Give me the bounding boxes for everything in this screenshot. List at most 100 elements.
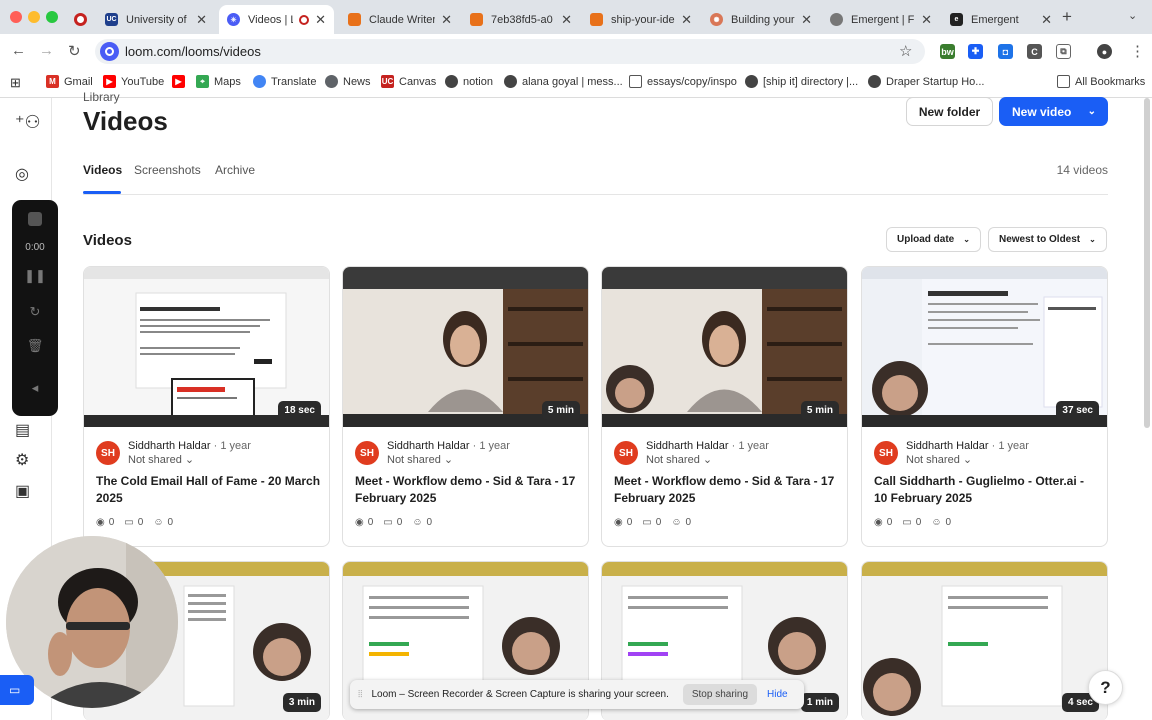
close-tab-icon[interactable]: ✕ [196,12,207,28]
extension-icon[interactable]: ◘ [998,44,1013,59]
browser-tab[interactable]: Claude Writer ✕ [340,5,460,34]
drag-handle-icon[interactable]: ⦙⦙ [358,689,362,700]
reload-icon[interactable]: ↻ [68,42,81,60]
extension-puzzle-icon[interactable]: ✚ [968,44,983,59]
author-name[interactable]: Siddharth Haldar [387,440,470,452]
close-tab-icon[interactable]: ✕ [1041,12,1052,28]
close-window-icon[interactable] [10,11,22,23]
document-icon[interactable]: ▤ [15,420,30,440]
bookmark-notion[interactable]: notion [445,75,493,88]
forward-icon[interactable]: → [39,42,54,59]
share-status[interactable]: Not shared ⌄ [646,453,712,466]
browser-tab[interactable]: UC University of ✕ [97,5,215,34]
minimize-window-icon[interactable] [28,11,40,23]
bookmark-youtube[interactable]: ▶ YouTube [103,75,164,88]
close-tab-icon[interactable]: ✕ [441,12,452,28]
video-thumbnail[interactable]: 4 sec [862,562,1107,720]
trash-icon[interactable]: 🗑 [12,338,58,354]
close-tab-icon[interactable]: ✕ [561,12,572,28]
pause-icon[interactable]: ❚❚ [12,268,58,284]
video-card[interactable]: 18 sec SH Siddharth Haldar · 1 year Not … [83,266,330,547]
bookmark-youtube-2[interactable]: ▶ [172,75,190,88]
author-name[interactable]: Siddharth Haldar [906,440,989,452]
video-title[interactable]: Meet - Workflow demo - Sid & Tara - 17 F… [614,473,839,507]
browser-tab[interactable] [66,5,96,34]
breadcrumb[interactable]: Library [83,90,120,104]
browser-menu-icon[interactable]: ⋮ [1130,42,1145,60]
tab-archive[interactable]: Archive [215,163,255,177]
video-card[interactable]: 4 sec [861,561,1108,720]
restart-icon[interactable]: ↻ [12,304,58,320]
video-thumbnail[interactable]: 18 sec [84,267,329,427]
browser-tab[interactable]: Emergent | Fu ✕ [822,5,940,34]
account-icon[interactable]: ◎ [15,164,29,184]
bookmark-star-icon[interactable]: ☆ [899,42,912,60]
video-thumbnail[interactable]: 5 min [602,267,847,427]
author-name[interactable]: Siddharth Haldar [646,440,729,452]
avatar[interactable]: SH [874,441,898,465]
bookmark-folder-essays[interactable]: essays/copy/inspo [629,75,737,88]
share-status[interactable]: Not shared ⌄ [906,453,972,466]
video-title[interactable]: Meet - Workflow demo - Sid & Tara - 17 F… [355,473,580,507]
bookmark-alana[interactable]: alana goyal | mess... [504,75,623,88]
bookmark-shipit[interactable]: [ship it] directory |... [745,75,858,88]
sort-field-dropdown[interactable]: Upload date ⌄ [886,227,981,252]
video-card[interactable]: 37 sec SH Siddharth Haldar · 1 year Not … [861,266,1108,547]
share-status[interactable]: Not shared ⌄ [387,453,453,466]
profile-avatar[interactable]: ● [1097,44,1112,59]
tab-search-icon[interactable]: ⌄ [1128,9,1137,22]
browser-tab[interactable]: ship-your-ide ✕ [582,5,700,34]
bookmark-maps[interactable]: ⌖ Maps [196,75,241,88]
author-name[interactable]: Siddharth Haldar [128,440,211,452]
close-tab-icon[interactable]: ✕ [921,12,932,28]
settings-gear-icon[interactable]: ⚙ [15,450,29,470]
extensions-menu-icon[interactable]: ⧉ [1056,44,1071,59]
close-tab-icon[interactable]: ✕ [801,12,812,28]
tab-screenshots[interactable]: Screenshots [134,163,201,177]
chevron-down-icon[interactable]: ⌄ [1088,106,1096,117]
site-info-icon[interactable] [100,42,119,61]
browser-tab[interactable]: ✺ Building your ✕ [702,5,820,34]
bookmark-gmail[interactable]: M Gmail [46,75,93,88]
avatar[interactable]: SH [614,441,638,465]
stop-sharing-button[interactable]: Stop sharing [682,684,758,705]
bookmark-canvas[interactable]: UC Canvas [381,75,436,88]
tab-videos[interactable]: Videos [83,163,122,177]
apps-grid-icon[interactable]: ⊞ [10,75,21,91]
url-text[interactable]: loom.com/looms/videos [125,44,261,59]
bookmark-draper[interactable]: Draper Startup Ho... [868,75,984,88]
maximize-window-icon[interactable] [46,11,58,23]
new-tab-button[interactable]: + [1062,7,1072,27]
video-title[interactable]: The Cold Email Hall of Fame - 20 March 2… [96,473,321,507]
share-status[interactable]: Not shared ⌄ [128,453,194,466]
card-icon[interactable]: ▣ [15,481,30,501]
all-bookmarks[interactable]: All Bookmarks [1057,75,1145,88]
close-tab-icon[interactable]: ✕ [681,12,692,28]
back-icon[interactable]: ← [11,42,26,59]
sort-order-dropdown[interactable]: Newest to Oldest ⌄ [988,227,1107,252]
page-scrollbar[interactable] [1144,98,1150,428]
stop-recording-button[interactable] [12,212,58,229]
camera-toggle-button[interactable]: ▭ [0,675,34,705]
bookmark-translate[interactable]: Translate [253,75,316,88]
bookmark-news[interactable]: News [325,75,371,88]
add-person-icon[interactable]: ⁺⚇ [15,112,41,133]
video-title[interactable]: Call Siddharth - Guglielmo - Otter.ai - … [874,473,1099,507]
avatar[interactable]: SH [96,441,120,465]
extension-icon[interactable]: C [1027,44,1042,59]
video-card[interactable]: 5 min SH Siddharth Haldar · 1 year Not s… [342,266,589,547]
video-thumbnail[interactable]: 37 sec [862,267,1107,427]
hide-button[interactable]: Hide [767,689,788,700]
browser-tab[interactable]: e Emergent ✕ [942,5,1060,34]
browser-tab[interactable]: 7eb38fd5-a0 ✕ [462,5,580,34]
new-video-button[interactable]: New video ⌄ [999,97,1108,126]
video-thumbnail[interactable]: 5 min [343,267,588,427]
new-folder-button[interactable]: New folder [906,97,993,126]
video-card[interactable]: 5 min SH Siddharth Haldar · 1 year Not s… [601,266,848,547]
close-tab-icon[interactable]: ✕ [315,12,326,28]
avatar[interactable]: SH [355,441,379,465]
collapse-icon[interactable]: ◂ [12,380,58,396]
help-button[interactable]: ? [1088,670,1123,705]
browser-tab-active[interactable]: ✳ Videos | L ✕ [219,5,334,34]
extension-icon[interactable]: bw [940,44,955,59]
